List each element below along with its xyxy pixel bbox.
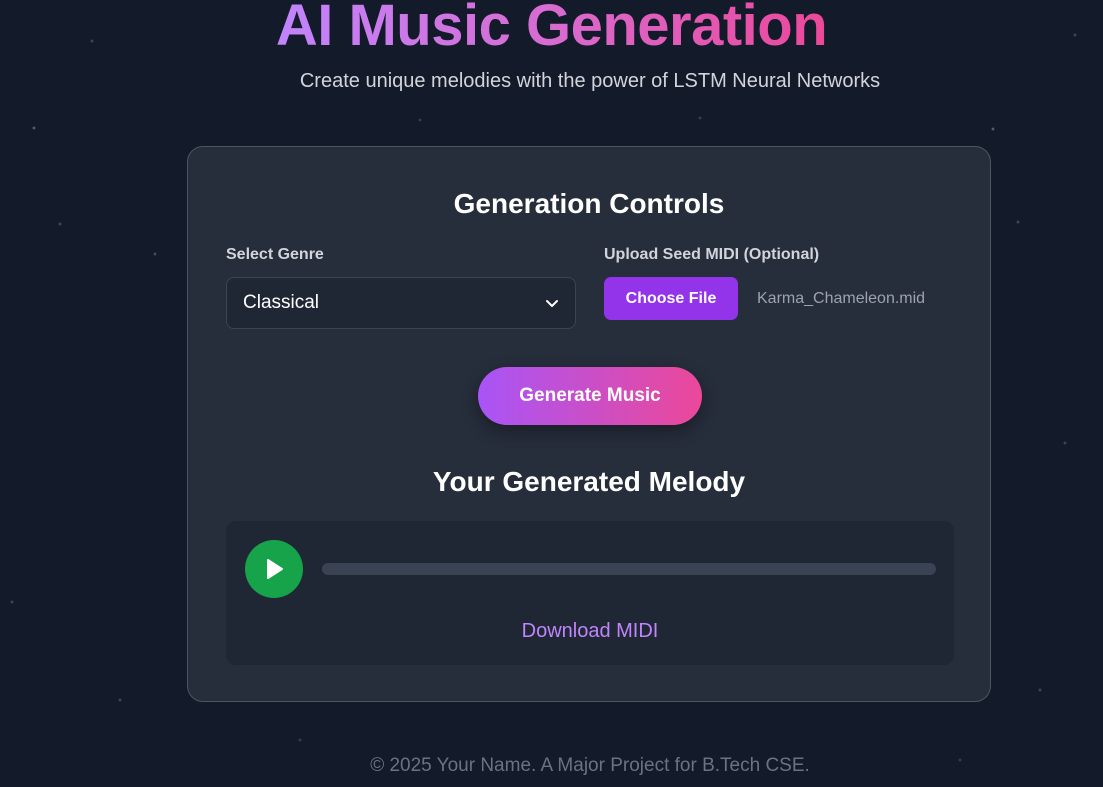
selected-file-name: Karma_Chameleon.mid (757, 290, 926, 307)
midi-player: Download MIDI (226, 521, 954, 665)
choose-file-button[interactable]: Choose File (604, 277, 738, 320)
chevron-down-icon (545, 296, 559, 310)
page-subtitle: Create unique melodies with the power of… (299, 70, 881, 92)
generation-card: Generation Controls Select Genre Classic… (187, 146, 991, 702)
play-icon (267, 559, 283, 579)
playback-progress-bar[interactable] (322, 563, 936, 575)
generated-melody-title: Your Generated Melody (432, 466, 746, 497)
genre-label: Select Genre (226, 246, 324, 263)
footer-copyright: © 2025 Your Name. A Major Project for B.… (370, 755, 810, 776)
play-button[interactable] (245, 540, 303, 598)
upload-seed-label: Upload Seed MIDI (Optional) (604, 246, 820, 263)
genre-selected-value: Classical (243, 292, 320, 313)
genre-select[interactable]: Classical (226, 277, 576, 329)
page-title-text: AI Music Generation (276, 0, 828, 58)
generation-controls-title: Generation Controls (453, 188, 725, 219)
generate-music-button[interactable]: Generate Music (478, 367, 702, 425)
download-midi-link[interactable]: Download MIDI (226, 619, 954, 643)
page-title: AI Music Generation (0, 0, 1103, 60)
